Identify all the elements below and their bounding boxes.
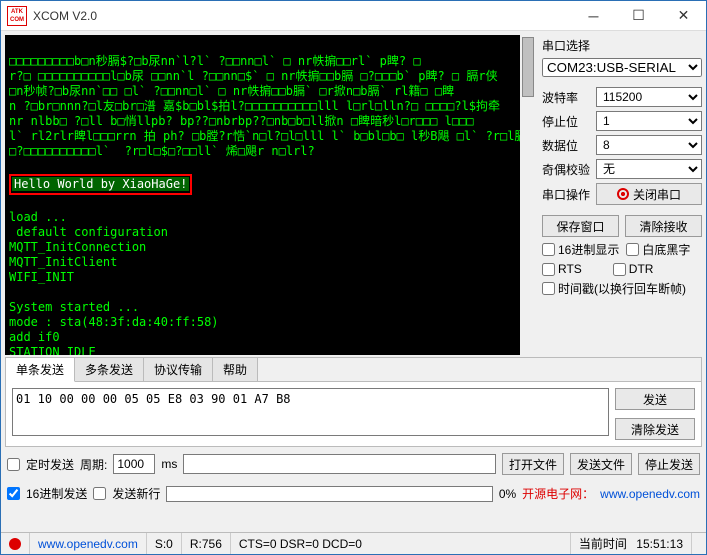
garbled-text: □□□□□□□□□b□n秒膈$?□b尿nn`l?l` ?□□nn□l` □ nr…: [9, 54, 526, 158]
window-title: XCOM V2.0: [33, 9, 571, 23]
hex-display-checkbox[interactable]: [542, 243, 555, 256]
send-newline-checkbox[interactable]: [93, 487, 106, 500]
hex-send-checkbox[interactable]: [7, 487, 20, 500]
minimize-button[interactable]: ─: [571, 1, 616, 30]
port-select[interactable]: COM23:USB-SERIAL: [542, 58, 702, 77]
save-window-button[interactable]: 保存窗口: [542, 215, 619, 237]
app-icon: ATKCOM: [7, 6, 27, 26]
status-recv: R:756: [182, 533, 231, 554]
record-icon: [617, 188, 629, 200]
file-path-input[interactable]: [183, 454, 496, 474]
open-file-button[interactable]: 打开文件: [502, 453, 564, 475]
dtr-checkbox[interactable]: [613, 263, 626, 276]
status-url[interactable]: www.openedv.com: [30, 533, 147, 554]
close-button[interactable]: ✕: [661, 1, 706, 30]
progress-bar: [166, 486, 492, 502]
baud-select[interactable]: 115200: [596, 87, 702, 107]
stop-send-button[interactable]: 停止发送: [638, 453, 700, 475]
titlebar: ATKCOM XCOM V2.0 ─ ☐ ✕: [1, 1, 706, 31]
status-dot-icon: [9, 538, 21, 550]
timed-send-checkbox[interactable]: [7, 458, 20, 471]
send-button[interactable]: 发送: [615, 388, 695, 410]
status-cts: CTS=0 DSR=0 DCD=0: [231, 533, 571, 554]
port-section-label: 串口选择: [542, 37, 702, 54]
clear-recv-button[interactable]: 清除接收: [625, 215, 702, 237]
highlight-line: Hello World by XiaoHaGe!: [12, 177, 189, 191]
send-file-button[interactable]: 发送文件: [570, 453, 632, 475]
status-time: 15:51:13: [636, 537, 683, 551]
tab-multi-send[interactable]: 多条发送: [75, 358, 144, 381]
terminal-scrollbar[interactable]: [520, 35, 536, 355]
maximize-button[interactable]: ☐: [616, 1, 661, 30]
databit-select[interactable]: 8: [596, 135, 702, 155]
stopbit-select[interactable]: 1: [596, 111, 702, 131]
rts-checkbox[interactable]: [542, 263, 555, 276]
progress-pct: 0%: [499, 487, 516, 501]
tab-help[interactable]: 帮助: [213, 358, 258, 381]
clear-send-button[interactable]: 清除发送: [615, 418, 695, 440]
period-input[interactable]: [113, 454, 155, 474]
parity-select[interactable]: 无: [596, 159, 702, 179]
promo-link[interactable]: www.openedv.com: [600, 487, 700, 501]
send-tabs: 单条发送 多条发送 协议传输 帮助 01 10 00 00 00 05 05 E…: [5, 357, 702, 447]
close-port-button[interactable]: 关闭串口: [596, 183, 702, 205]
white-bg-checkbox[interactable]: [626, 243, 639, 256]
send-textarea[interactable]: 01 10 00 00 00 05 05 E8 03 90 01 A7 B8: [12, 388, 609, 436]
timestamp-checkbox[interactable]: [542, 282, 555, 295]
promo-label: 开源电子网：: [522, 485, 594, 502]
terminal-output: □□□□□□□□□b□n秒膈$?□b尿nn`l?l` ?□□nn□l` □ nr…: [5, 35, 536, 355]
tab-protocol[interactable]: 协议传输: [144, 358, 213, 381]
tab-single-send[interactable]: 单条发送: [6, 358, 75, 382]
status-sent: S:0: [147, 533, 182, 554]
log-lines: load ... default configuration MQTT_Init…: [9, 210, 269, 355]
status-bar: www.openedv.com S:0 R:756 CTS=0 DSR=0 DC…: [1, 532, 706, 554]
